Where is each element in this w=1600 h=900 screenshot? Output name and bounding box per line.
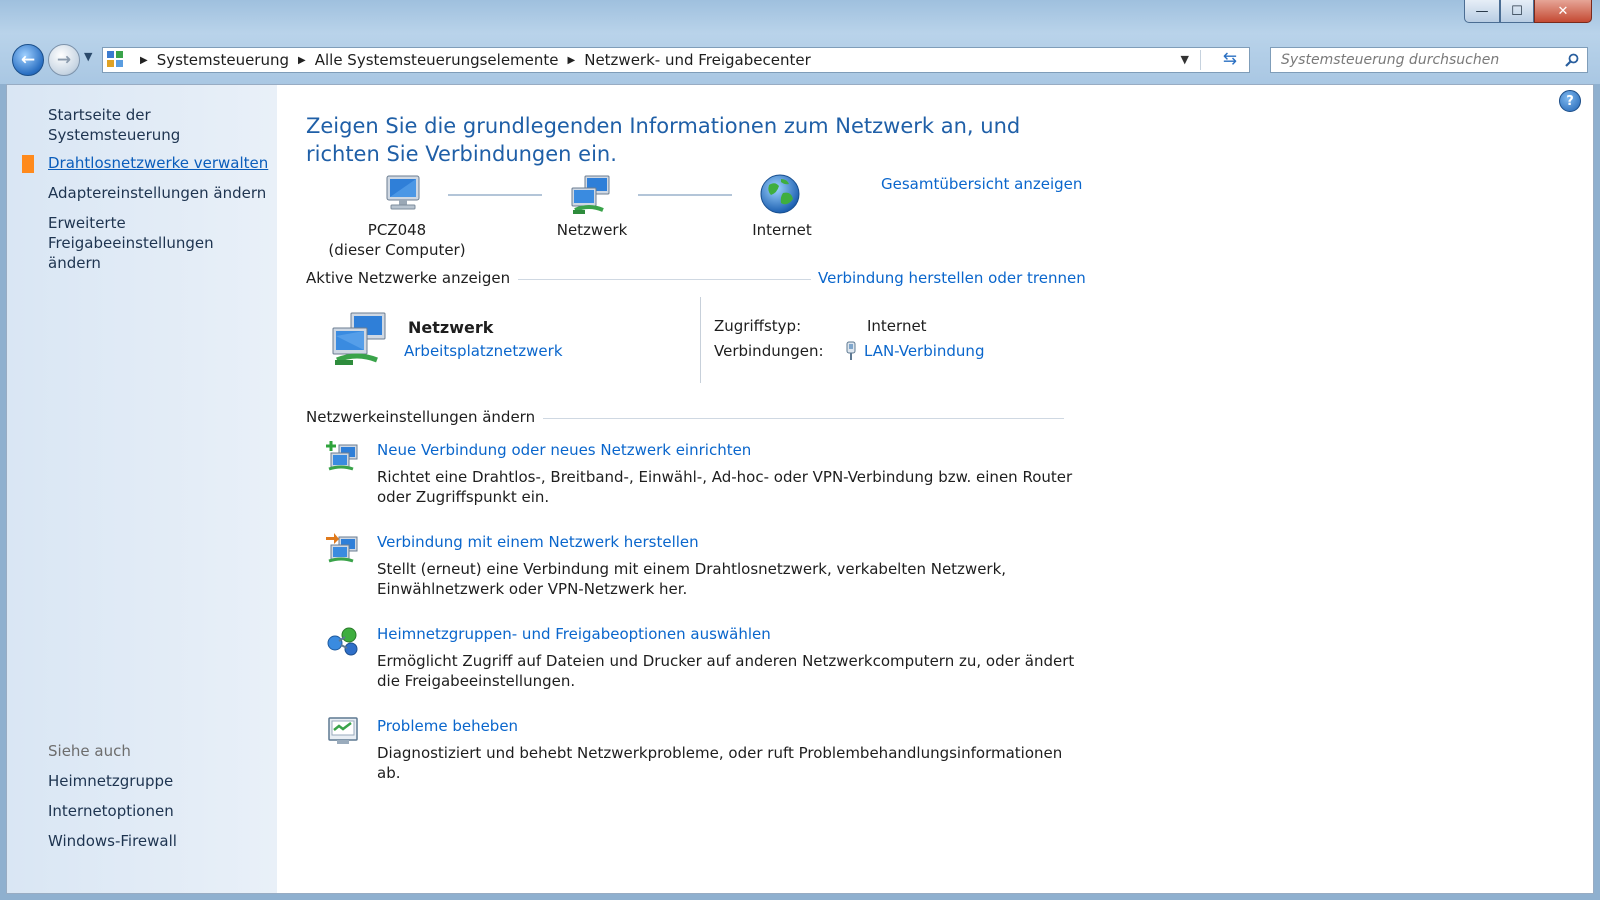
access-type-label: Zugriffstyp: (714, 317, 802, 335)
content-area: Startseite der Systemsteuerung Drahtlosn… (6, 84, 1594, 894)
network-settings-heading: Netzwerkeinstellungen ändern (306, 408, 544, 426)
breadcrumb-separator-icon[interactable]: ▶ (140, 55, 148, 66)
breadcrumb-separator-icon[interactable]: ▶ (568, 55, 576, 66)
maximize-button[interactable]: ☐ (1500, 0, 1534, 23)
task-new-connection-link[interactable]: Neue Verbindung oder neues Netzwerk einr… (377, 441, 751, 459)
task-connect-network-link[interactable]: Verbindung mit einem Netzwerk herstellen (377, 533, 699, 551)
connect-network-icon (326, 533, 358, 563)
active-network-icon (332, 312, 386, 365)
task-homegroup-desc: Ermöglicht Zugriff auf Dateien und Druck… (377, 652, 1075, 690)
see-also-heading: Siehe auch (48, 742, 131, 760)
page-title: Zeigen Sie die grundlegenden Information… (306, 114, 1021, 166)
breadcrumb-systemsteuerung[interactable]: Systemsteuerung (157, 51, 289, 69)
back-button[interactable]: ← (12, 44, 44, 76)
window-controls: — ☐ ✕ (1464, 0, 1592, 23)
refresh-icon[interactable]: ⇆ (1223, 49, 1237, 69)
computer-name: PCZ048 (367, 221, 427, 239)
task-homegroup-link[interactable]: Heimnetzgruppen- und Freigabeoptionen au… (377, 625, 771, 643)
vertical-divider (700, 297, 701, 383)
search-icon[interactable] (1565, 53, 1579, 67)
network-type-link[interactable]: Arbeitsplatznetzwerk (404, 342, 563, 360)
globe-icon (760, 174, 800, 214)
sidebar-item-freigabeeinstellungen[interactable]: Erweiterte Freigabeeinstellungen ändern (48, 213, 266, 273)
close-button[interactable]: ✕ (1534, 0, 1592, 23)
see-also-heimnetzgruppe[interactable]: Heimnetzgruppe (48, 771, 173, 791)
help-icon[interactable]: ? (1559, 90, 1581, 112)
selection-marker (22, 155, 34, 173)
see-also-windows-firewall[interactable]: Windows-Firewall (48, 831, 177, 851)
task-new-connection-desc: Richtet eine Drahtlos-, Breitband-, Einw… (377, 468, 1073, 506)
new-connection-icon (326, 441, 358, 471)
sidebar-item-adaptereinstellungen[interactable]: Adaptereinstellungen ändern (48, 183, 266, 203)
sidebar-item-drahtlosnetzwerke[interactable]: Drahtlosnetzwerke verwalten (48, 153, 268, 173)
task-troubleshoot-link[interactable]: Probleme beheben (377, 717, 518, 735)
search-box (1270, 47, 1588, 73)
left-task-pane: Startseite der Systemsteuerung Drahtlosn… (7, 85, 277, 893)
section-divider (495, 279, 811, 280)
control-panel-icon (107, 51, 125, 69)
sidebar-home-link[interactable]: Startseite der Systemsteuerung (48, 105, 277, 145)
active-network-name: Netzwerk (408, 318, 494, 337)
full-map-link[interactable]: Gesamtübersicht anzeigen (881, 175, 1082, 193)
map-node-computer: PCZ048 (dieser Computer) (327, 220, 467, 260)
connections-label: Verbindungen: (714, 342, 824, 360)
network-icon (571, 175, 610, 214)
access-type-value: Internet (867, 317, 927, 335)
forward-button[interactable]: → (48, 44, 80, 76)
connection-line (638, 194, 732, 196)
search-input[interactable] (1279, 48, 1565, 72)
address-divider (1200, 50, 1201, 70)
map-node-network: Netzwerk (556, 221, 628, 239)
arrow-right-icon: → (56, 50, 72, 70)
connection-line (448, 194, 542, 196)
window-titlebar: — ☐ ✕ ← → ▼ ▶ Systemsteuerung ▶ Alle Sys… (0, 0, 1600, 84)
troubleshoot-icon (328, 717, 358, 744)
homegroup-icon (327, 627, 358, 656)
ethernet-plug-icon (846, 341, 856, 360)
address-dropdown-icon[interactable]: ▼ (1181, 53, 1189, 66)
map-node-internet: Internet (752, 221, 812, 239)
computer-sublabel: (dieser Computer) (328, 241, 466, 259)
computer-icon (386, 175, 420, 210)
address-bar[interactable]: ▶ Systemsteuerung ▶ Alle Systemsteuerung… (102, 47, 1250, 73)
breadcrumb-netzwerkcenter[interactable]: Netzwerk- und Freigabecenter (584, 51, 811, 69)
breadcrumb-separator-icon[interactable]: ▶ (298, 55, 306, 66)
see-also-internetoptionen[interactable]: Internetoptionen (48, 801, 174, 821)
history-dropdown-icon[interactable]: ▼ (84, 50, 92, 63)
breadcrumb-alle-elemente[interactable]: Alle Systemsteuerungselemente (315, 51, 559, 69)
active-networks-heading: Aktive Netzwerke anzeigen (306, 269, 519, 287)
navigation-bar: ← → ▼ ▶ Systemsteuerung ▶ Alle Systemste… (0, 40, 1600, 80)
task-troubleshoot-desc: Diagnostiziert und behebt Netzwerkproble… (377, 744, 1063, 782)
minimize-button[interactable]: — (1464, 0, 1500, 23)
arrow-left-icon: ← (20, 50, 36, 70)
lan-connection-link[interactable]: LAN-Verbindung (864, 342, 984, 360)
section-divider (519, 418, 1064, 419)
task-connect-network-desc: Stellt (erneut) eine Verbindung mit eine… (377, 560, 1007, 598)
connect-disconnect-link[interactable]: Verbindung herstellen oder trennen (818, 269, 1086, 287)
